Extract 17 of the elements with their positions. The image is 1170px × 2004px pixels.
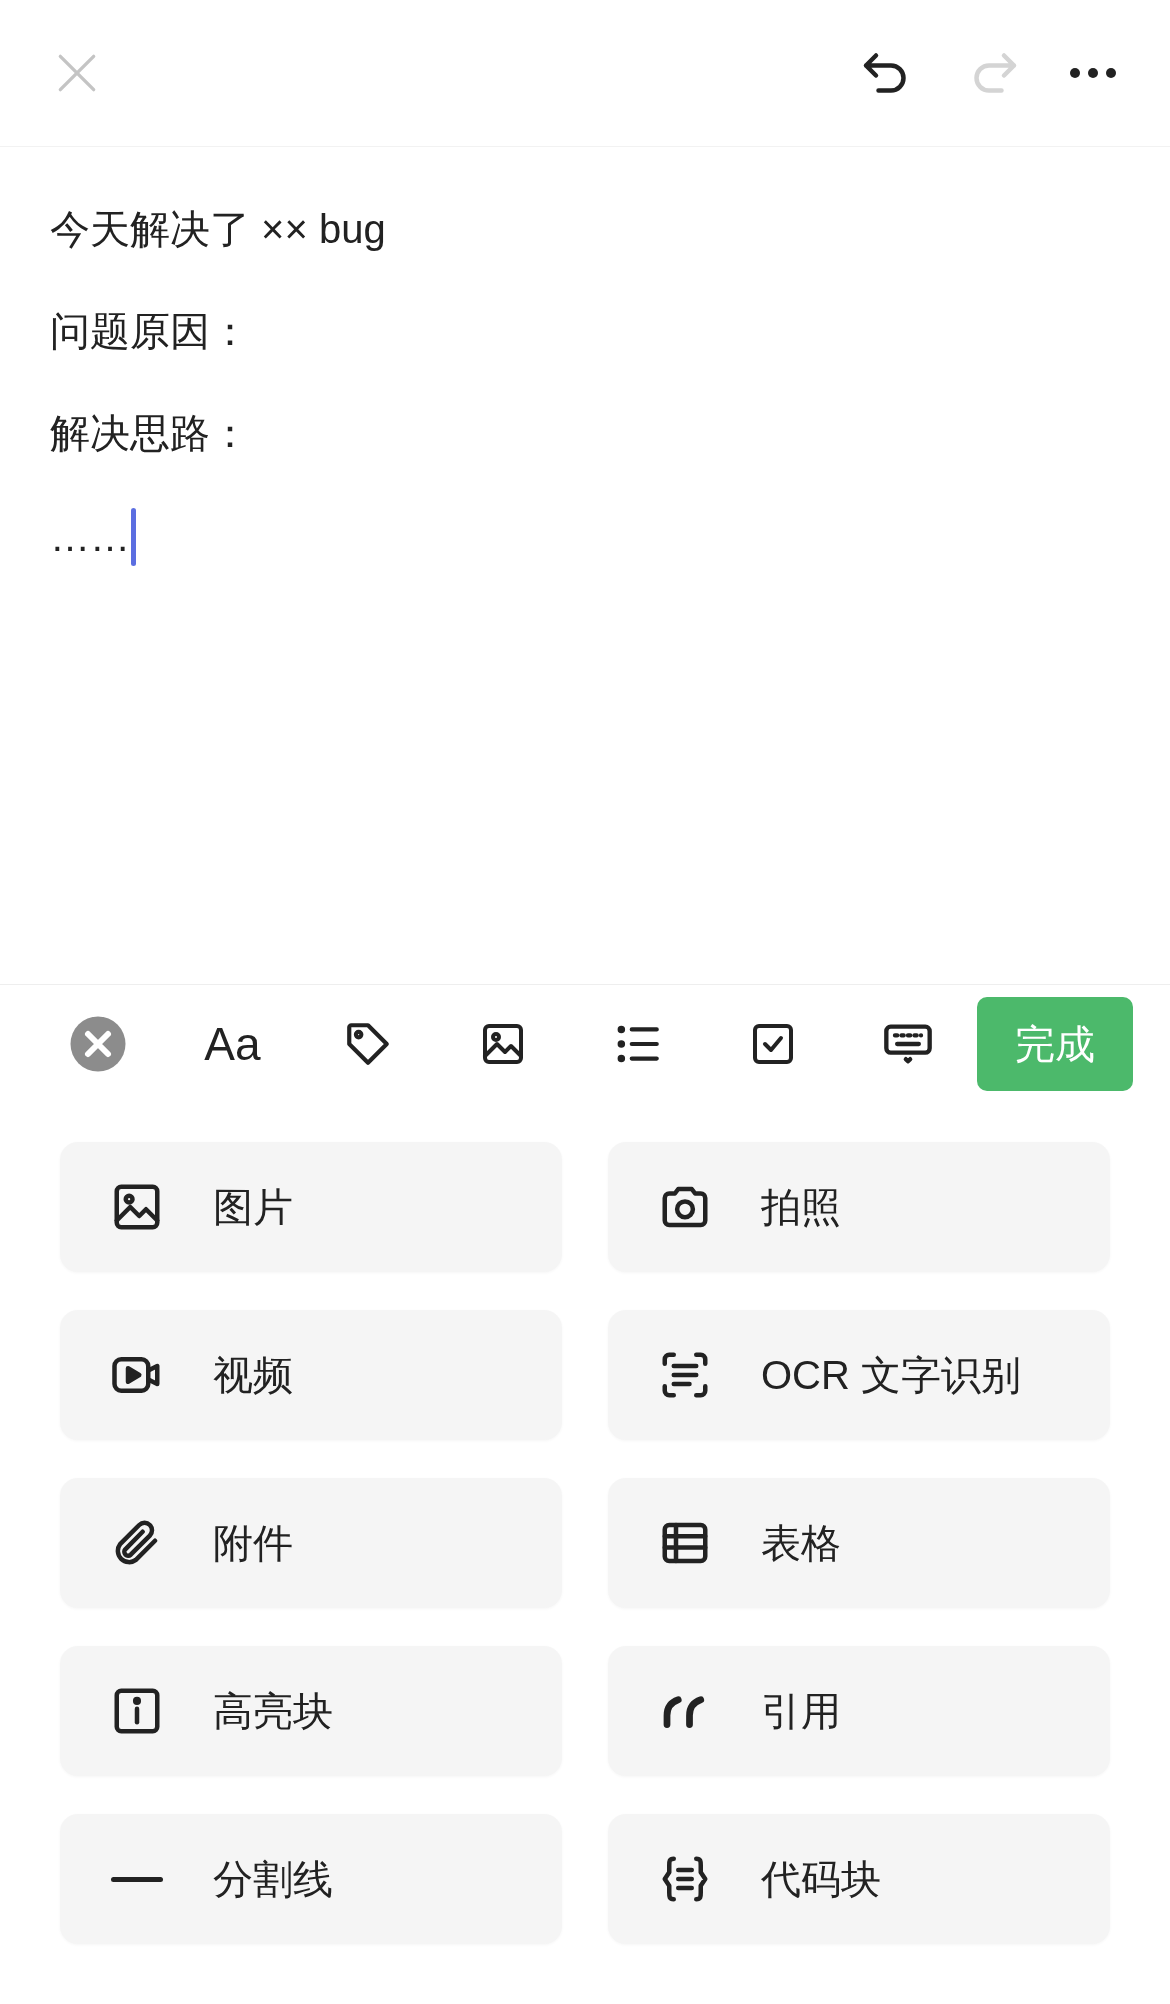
- more-icon[interactable]: [1068, 66, 1118, 80]
- note-line: 今天解决了 ×× bug: [50, 206, 386, 253]
- note-line: 解决思路：: [50, 410, 250, 457]
- text-cursor: [131, 508, 136, 566]
- insert-menu-item[interactable]: 图片: [60, 1142, 562, 1272]
- insert-menu-item[interactable]: 高亮块: [60, 1646, 562, 1776]
- insert-menu-item[interactable]: 附件: [60, 1478, 562, 1608]
- insert-menu-item[interactable]: OCR 文字识别: [608, 1310, 1110, 1440]
- note-line: 问题原因：: [50, 308, 250, 355]
- insert-menu-item[interactable]: 引用: [608, 1646, 1110, 1776]
- text-format-button[interactable]: Aa: [204, 1020, 261, 1067]
- insert-menu-item[interactable]: 视频: [60, 1310, 562, 1440]
- insert-menu-item[interactable]: 拍照: [608, 1142, 1110, 1272]
- insert-menu-item[interactable]: 分割线: [60, 1814, 562, 1944]
- insert-menu-item[interactable]: 代码块: [608, 1814, 1110, 1944]
- note-line: ……: [50, 514, 130, 561]
- insert-menu-item[interactable]: 表格: [608, 1478, 1110, 1608]
